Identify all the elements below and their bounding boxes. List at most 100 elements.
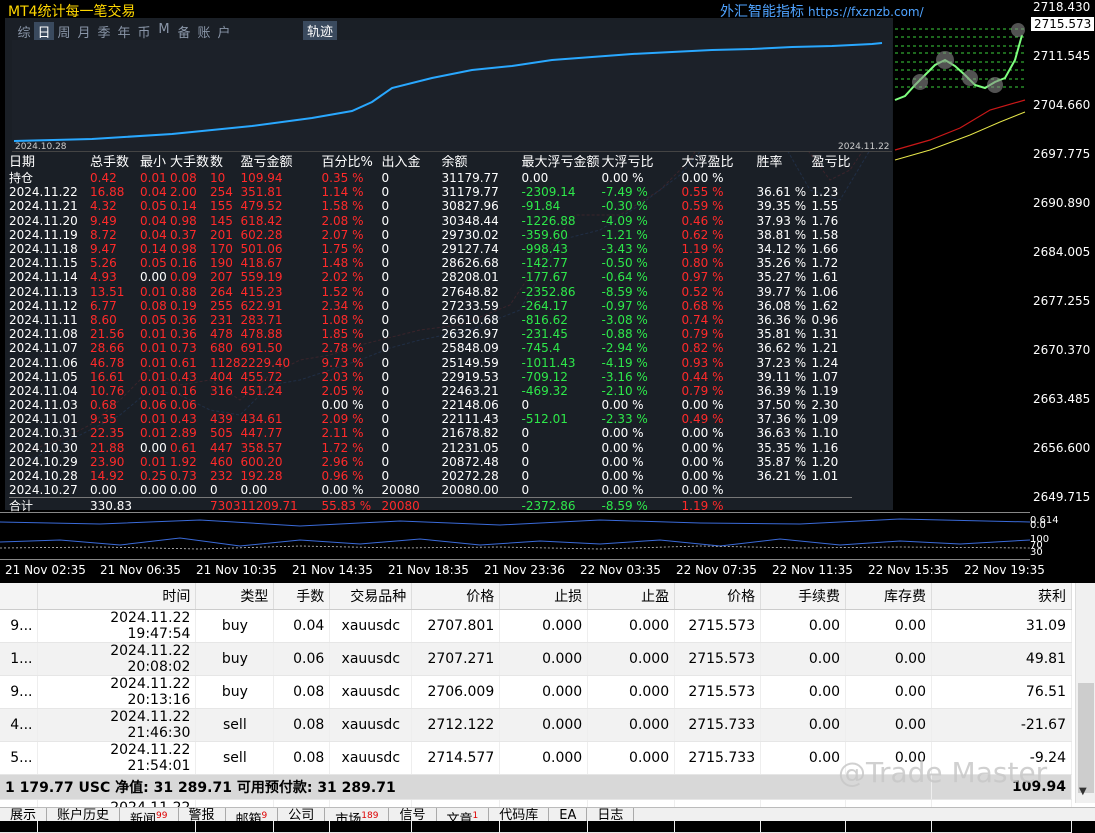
- statistics-cell: 447.77: [240, 426, 283, 441]
- order-row[interactable]: 4... 2024.11.22 21:46:30 sell 0.08 xauusdc 27…: [0, 708, 1072, 742]
- order-row[interactable]: 9... 2024.11.22 20:13:16 buy 0.08 xauusdc 270…: [0, 675, 1072, 709]
- orders-column-header[interactable]: 类型: [195, 583, 275, 610]
- terminal-tab[interactable]: EA: [549, 808, 588, 821]
- statistics-cell: 1.55: [811, 199, 839, 214]
- statistics-cell: 264: [210, 284, 233, 299]
- order-cell: 9...: [0, 609, 39, 643]
- terminal-tab[interactable]: 文章1: [437, 808, 490, 821]
- statistics-cell: 0: [381, 369, 390, 384]
- statistics-cell: 0: [521, 454, 530, 469]
- scroll-down-icon[interactable]: ▼: [1079, 786, 1087, 797]
- terminal-tab[interactable]: 公司: [278, 808, 326, 821]
- orders-column-header[interactable]: 获利: [931, 583, 1072, 610]
- terminal-tab[interactable]: 新闻99: [120, 808, 179, 821]
- terminal-tab[interactable]: 代码库: [489, 808, 550, 821]
- statistics-cell: -709.12: [521, 369, 568, 384]
- orders-column-header[interactable]: 手数: [273, 583, 331, 610]
- tab-track[interactable]: 轨迹: [303, 21, 338, 40]
- orders-column-header[interactable]: 交易品种: [329, 583, 413, 610]
- statistics-cell: 0.14: [140, 242, 167, 257]
- statistics-cell: 2024.11.21: [9, 199, 78, 214]
- terminal-tab[interactable]: 邮箱9: [226, 808, 279, 821]
- orders-column-header[interactable]: 库存费: [845, 583, 932, 610]
- terminal-tab-label: EA: [559, 808, 577, 821]
- statistics-cell: 0.01: [140, 383, 167, 398]
- statistics-cell: 2.03 %: [321, 369, 364, 384]
- statistics-cell: 38.81 %: [756, 227, 807, 242]
- statistics-cell: 2024.11.18: [9, 242, 78, 257]
- order-cell: 0.06: [273, 642, 331, 676]
- terminal-tab-badge: 1: [472, 811, 479, 821]
- statistics-cell: 37.23 %: [756, 355, 807, 370]
- price-chart[interactable]: MT4统计每一笔交易 外汇智能指标 https://fxznzb.com/ 271…: [0, 0, 1095, 583]
- order-cell: 2707.271: [411, 642, 501, 676]
- statistics-cell: 28.66: [90, 341, 125, 356]
- order-row[interactable]: 1... 2024.11.22 20:08:02 buy 0.06 xauusdc 270…: [0, 642, 1072, 676]
- terminal-tab[interactable]: 市场189: [325, 808, 390, 821]
- statistics-column-header: 最小: [140, 155, 167, 170]
- statistics-cell: 0.36: [170, 327, 197, 342]
- terminal-tab-label: 市场: [335, 812, 362, 821]
- period-tab[interactable]: 季: [94, 22, 114, 41]
- statistics-row: 2024.11.01 9.35 0.01 0.43 439 434.61 2.09 % 0 22…: [9, 412, 852, 426]
- statistics-cell: 2024.10.31: [9, 426, 78, 441]
- terminal-tab-label: 日志: [597, 808, 624, 821]
- order-cell: 1...: [0, 642, 39, 676]
- statistics-row: 2024.11.05 16.61 0.01 0.43 404 455.72 2.03 % 0 2…: [9, 370, 852, 384]
- orders-column-header[interactable]: 手续费: [760, 583, 847, 610]
- statistics-cell: 232: [210, 469, 233, 484]
- statistics-cell: 2024.11.01: [9, 412, 78, 427]
- terminal-tab[interactable]: 日志: [587, 808, 635, 821]
- terminal-tab-label: 警报: [188, 808, 215, 821]
- statistics-cell: 559.19: [240, 270, 283, 285]
- statistics-cell: 0: [381, 298, 390, 313]
- orders-column-header[interactable]: 价格: [674, 583, 762, 610]
- terminal-tab[interactable]: 展示: [0, 808, 48, 821]
- statistics-cell: 1.61: [811, 270, 839, 285]
- statistics-cell: 0.68 %: [681, 298, 724, 313]
- orders-column-header[interactable]: 止损: [499, 583, 589, 610]
- statistics-cell: 455.72: [240, 369, 283, 384]
- statistics-cell: 21231.05: [441, 440, 499, 455]
- period-tab[interactable]: 日: [34, 22, 54, 41]
- period-tab[interactable]: 备: [174, 22, 194, 41]
- orders-column-header[interactable]: 价格: [411, 583, 501, 610]
- statistics-cell: 13.51: [90, 284, 125, 299]
- statistics-cell: 0.08: [170, 171, 197, 186]
- period-tab[interactable]: 账: [194, 22, 214, 41]
- terminal-tab[interactable]: 警报: [179, 808, 226, 821]
- statistics-cell: 0: [381, 398, 390, 413]
- orders-scrollbar[interactable]: [1075, 583, 1095, 803]
- order-row[interactable]: 9... 2024.11.22 19:47:54 buy 0.04 xauusdc 270…: [0, 609, 1072, 643]
- statistics-cell: 0.43: [170, 412, 197, 427]
- period-tab[interactable]: M: [154, 22, 174, 41]
- statistics-cell: -2.10 %: [601, 383, 648, 398]
- order-cell: 0.04: [273, 609, 331, 643]
- vendor-url[interactable]: https://fxznzb.com/: [808, 5, 924, 19]
- statistics-cell: 192.28: [240, 469, 283, 484]
- statistics-cell: 415.23: [240, 284, 283, 299]
- statistics-cell: 0.08: [140, 298, 167, 313]
- statistics-cell: 201: [210, 227, 233, 242]
- statistics-cell: 0.61: [170, 355, 197, 370]
- period-tab[interactable]: 户: [214, 22, 234, 41]
- statistics-cell: 2024.11.03: [9, 398, 78, 413]
- statistics-cell: 22919.53: [441, 369, 499, 384]
- orders-column-header[interactable]: [0, 583, 39, 610]
- period-tab[interactable]: 币: [134, 22, 154, 41]
- terminal-tab[interactable]: 账户历史: [47, 808, 121, 821]
- period-tab[interactable]: 月: [74, 22, 94, 41]
- statistics-row: 2024.11.03 0.68 0.06 0.06 0.00 % 0 22148.06 0 0.…: [9, 398, 852, 412]
- orders-column-header[interactable]: 时间: [37, 583, 197, 610]
- statistics-cell: 0.00 %: [681, 454, 724, 469]
- terminal-tab[interactable]: 信号: [389, 808, 437, 821]
- order-cell: 2714.577: [411, 741, 501, 775]
- oscillator-pane[interactable]: [0, 512, 1030, 560]
- period-tab[interactable]: 周: [54, 22, 74, 41]
- statistics-cell: 0.74 %: [681, 312, 724, 327]
- period-tab[interactable]: 综: [14, 22, 34, 41]
- scrollbar-thumb[interactable]: [1078, 683, 1094, 793]
- statistics-cell: 2.78 %: [321, 341, 364, 356]
- period-tab[interactable]: 年: [114, 22, 134, 41]
- orders-column-header[interactable]: 止盈: [587, 583, 676, 610]
